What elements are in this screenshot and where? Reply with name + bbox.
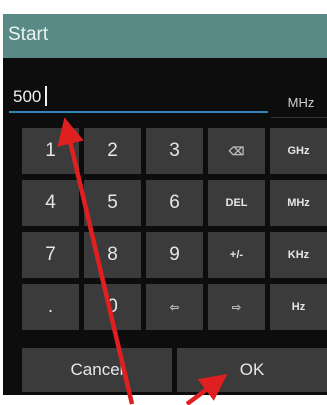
key-3[interactable]: 3 — [146, 128, 203, 174]
unit-divider — [271, 117, 327, 118]
key-5[interactable]: 5 — [84, 180, 141, 226]
unit-label: MHz — [287, 95, 315, 110]
key-mhz[interactable]: MHz — [270, 180, 327, 226]
text-caret — [45, 86, 47, 106]
key-0[interactable]: 0 — [84, 284, 141, 330]
key-del[interactable]: DEL — [208, 180, 265, 226]
ok-button[interactable]: OK — [177, 348, 327, 392]
key-4[interactable]: 4 — [22, 180, 79, 226]
title-bar: Start — [3, 14, 327, 58]
cancel-button[interactable]: Cancel — [22, 348, 172, 392]
key-6[interactable]: 6 — [146, 180, 203, 226]
frequency-input[interactable] — [9, 83, 268, 113]
input-row: MHz — [3, 71, 327, 123]
key-7[interactable]: 7 — [22, 232, 79, 278]
backspace-icon: ⌫ — [228, 145, 245, 158]
key-8[interactable]: 8 — [84, 232, 141, 278]
arrow-right-icon: ⇨ — [231, 301, 242, 314]
key-plus-minus[interactable]: +/- — [208, 232, 265, 278]
key-decimal-point[interactable]: . — [22, 284, 79, 330]
key-ghz[interactable]: GHz — [270, 128, 327, 174]
key-khz[interactable]: KHz — [270, 232, 327, 278]
key-hz[interactable]: Hz — [270, 284, 327, 330]
arrow-left-icon: ⇦ — [169, 301, 180, 314]
cursor-left-key[interactable]: ⇦ — [146, 284, 203, 330]
dialog-title: Start — [8, 24, 49, 45]
key-2[interactable]: 2 — [84, 128, 141, 174]
key-9[interactable]: 9 — [146, 232, 203, 278]
frequency-input-dialog: Start MHz 1 2 3 ⌫ GHz 4 5 6 DEL MHz 7 8 … — [3, 14, 327, 395]
cursor-right-key[interactable]: ⇨ — [208, 284, 265, 330]
backspace-key[interactable]: ⌫ — [208, 128, 265, 174]
key-1[interactable]: 1 — [22, 128, 79, 174]
